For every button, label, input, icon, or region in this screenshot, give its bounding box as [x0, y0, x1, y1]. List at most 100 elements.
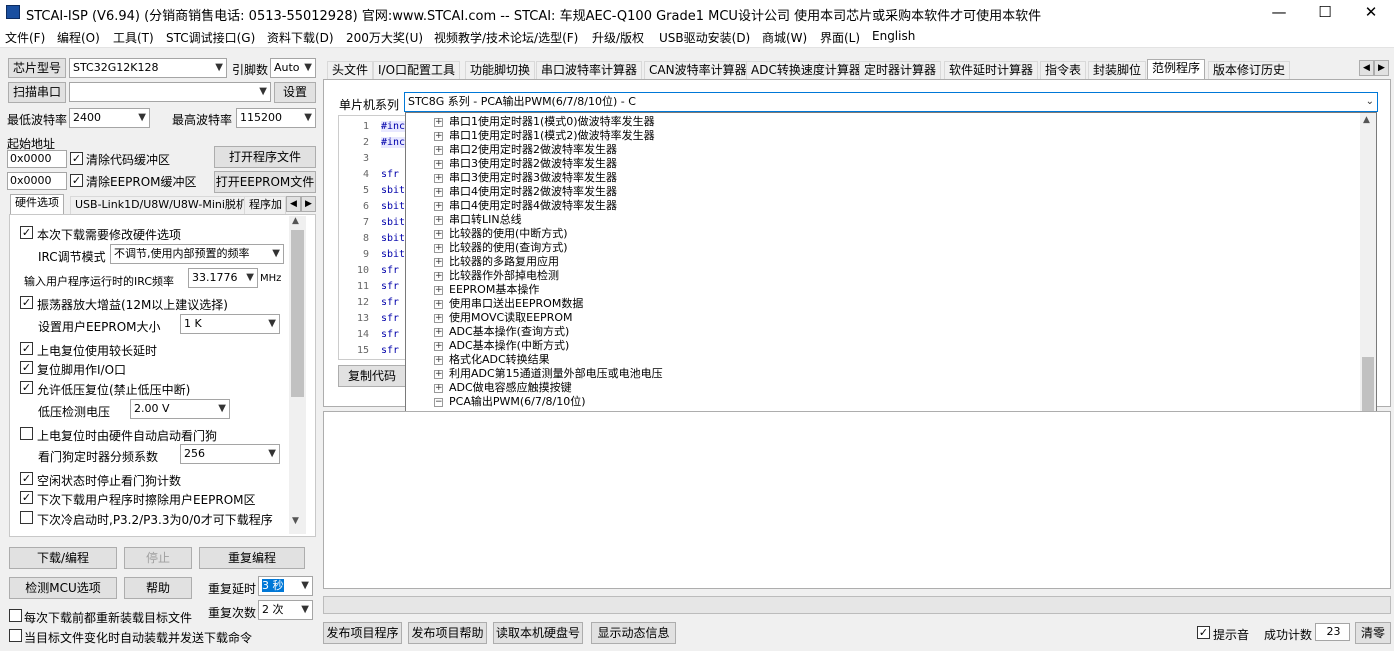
tree-item[interactable]: 比较器的使用(中断方式) [449, 227, 568, 241]
detect-mcu-button[interactable]: 检测MCU选项 [9, 577, 117, 599]
menu-tools[interactable]: 工具(T) [113, 29, 154, 46]
auto-reload-checkbox[interactable] [9, 629, 22, 642]
tree-item[interactable]: 比较器的使用(查询方式) [449, 241, 568, 255]
eeprom-address-input[interactable]: 0x0000 [7, 172, 67, 190]
tree-item[interactable]: 串口4使用定时器2做波特率发生器 [449, 185, 617, 199]
tab-version-history[interactable]: 版本修订历史 [1208, 61, 1291, 79]
expand-icon[interactable]: + [434, 146, 443, 155]
tab-scroll-right-icon[interactable]: ▶ [301, 196, 316, 212]
expand-icon[interactable]: + [434, 300, 443, 309]
tab-delay-calc[interactable]: 软件延时计算器 [944, 61, 1039, 79]
menu-shop[interactable]: 商城(W) [762, 29, 807, 46]
expand-icon[interactable]: + [434, 314, 443, 323]
expand-icon[interactable]: + [434, 216, 443, 225]
menu-download[interactable]: 资料下载(D) [267, 29, 334, 46]
expand-icon[interactable]: + [434, 328, 443, 337]
hw-scrollbar-thumb[interactable] [291, 230, 304, 397]
publish-help-button[interactable]: 发布项目帮助 [408, 622, 487, 644]
tree-item[interactable]: 串口1使用定时器1(模式0)做波特率发生器 [449, 115, 655, 129]
expand-icon[interactable]: + [434, 286, 443, 295]
reload-each-checkbox[interactable] [9, 609, 22, 622]
expand-icon[interactable]: + [434, 230, 443, 239]
tab-usb-link[interactable]: USB-Link1D/U8W/U8W-Mini脱机 [70, 196, 252, 214]
tab-uart-baud-calc[interactable]: 串口波特率计算器 [536, 61, 643, 79]
expand-icon[interactable]: + [434, 370, 443, 379]
tab-package-pins[interactable]: 封装脚位 [1088, 61, 1147, 79]
help-button[interactable]: 帮助 [124, 577, 192, 599]
tree-item[interactable]: 利用ADC第15通道测量外部电压或电池电压 [449, 367, 663, 381]
tree-item[interactable]: 使用MOVC读取EEPROM [449, 311, 573, 325]
long-reset-delay-checkbox[interactable]: ✓ [20, 342, 33, 355]
tab-scroll-left-icon[interactable]: ◀ [1359, 60, 1374, 76]
idle-stop-watchdog-checkbox[interactable]: ✓ [20, 472, 33, 485]
tree-item[interactable]: 串口3使用定时器2做波特率发生器 [449, 157, 617, 171]
maximize-icon[interactable]: ☐ [1302, 0, 1348, 26]
menu-interface[interactable]: 界面(L) [820, 29, 860, 46]
eeprom-size-select[interactable]: 1 K ▼ [180, 314, 280, 334]
open-eeprom-file-button[interactable]: 打开EEPROM文件 [214, 171, 316, 193]
expand-icon[interactable]: + [434, 272, 443, 281]
download-program-button[interactable]: 下载/编程 [9, 547, 117, 569]
tree-item[interactable]: ADC基本操作(查询方式) [449, 325, 569, 339]
settings-button[interactable]: 设置 [274, 82, 316, 103]
tree-item[interactable]: PCA输出PWM(6/7/8/10位) [449, 395, 586, 409]
read-disk-id-button[interactable]: 读取本机硬盘号 [493, 622, 583, 644]
scroll-up-icon[interactable]: ▲ [1363, 115, 1370, 125]
minimize-icon[interactable]: — [1256, 0, 1302, 26]
tab-can-baud-calc[interactable]: CAN波特率计算器 [644, 61, 752, 79]
tree-item[interactable]: 串口2使用定时器2做波特率发生器 [449, 143, 617, 157]
clear-code-checkbox[interactable]: ✓ [70, 152, 83, 165]
watchdog-divider-select[interactable]: 256 ▼ [180, 444, 280, 464]
close-icon[interactable]: ✕ [1348, 0, 1394, 26]
expand-icon[interactable]: + [434, 244, 443, 253]
beep-checkbox[interactable]: ✓ [1197, 626, 1210, 639]
cold-start-download-checkbox[interactable] [20, 511, 33, 524]
tab-timer-calc[interactable]: 定时器计算器 [859, 61, 942, 79]
repeat-delay-select[interactable]: 3 秒 ▼ [258, 576, 313, 596]
irc-frequency-input[interactable]: 33.1776 ▼ [188, 268, 258, 288]
show-dynamic-info-button[interactable]: 显示动态信息 [591, 622, 676, 644]
expand-icon[interactable]: + [434, 342, 443, 351]
series-select[interactable]: STC8G 系列 - PCA输出PWM(6/7/8/10位) - C ⌄ [404, 92, 1378, 112]
tree-item[interactable]: 比较器作外部掉电检测 [449, 269, 559, 283]
tree-item[interactable]: 串口1使用定时器1(模式2)做波特率发生器 [449, 129, 655, 143]
erase-eeprom-checkbox[interactable]: ✓ [20, 491, 33, 504]
tab-scroll-right-icon[interactable]: ▶ [1374, 60, 1389, 76]
modify-hw-options-checkbox[interactable]: ✓ [20, 226, 33, 239]
repeat-program-button[interactable]: 重复编程 [199, 547, 305, 569]
tab-scroll-left-icon[interactable]: ◀ [286, 196, 301, 212]
menu-prize[interactable]: 200万大奖(U) [346, 29, 423, 46]
expand-icon[interactable]: + [434, 160, 443, 169]
expand-icon[interactable]: + [434, 132, 443, 141]
clear-eeprom-checkbox[interactable]: ✓ [70, 174, 83, 187]
expand-icon[interactable]: + [434, 188, 443, 197]
reset-pin-io-checkbox[interactable]: ✓ [20, 361, 33, 374]
repeat-count-select[interactable]: 2 次 ▼ [258, 600, 313, 620]
tab-adc-speed-calc[interactable]: ADC转换速度计算器 [746, 61, 866, 79]
tab-example-programs[interactable]: 范例程序 [1147, 59, 1206, 79]
clear-count-button[interactable]: 清零 [1355, 622, 1391, 644]
tree-item[interactable]: ADC做电容感应触摸按键 [449, 381, 572, 395]
tab-pin-switch[interactable]: 功能脚切换 [465, 61, 536, 79]
tree-item[interactable]: 串口转LIN总线 [449, 213, 522, 227]
scroll-up-icon[interactable]: ▲ [292, 216, 299, 226]
tab-io-config[interactable]: I/O口配置工具 [373, 61, 461, 79]
menu-english[interactable]: English [872, 29, 915, 43]
tree-item[interactable]: 使用串口送出EEPROM数据 [449, 297, 583, 311]
auto-watchdog-checkbox[interactable] [20, 427, 33, 440]
tab-hardware-options[interactable]: 硬件选项 [10, 194, 64, 214]
code-viewer[interactable]: 1 #inc 2 #inc 3 4 sfr 5 sbit 6 sbit 7 sbit 8 sbit 9 sbit… [338, 115, 408, 360]
oscillator-gain-checkbox[interactable]: ✓ [20, 296, 33, 309]
collapse-icon[interactable]: − [434, 398, 443, 407]
menu-debug[interactable]: STC调试接口(G) [166, 29, 255, 46]
expand-icon[interactable]: + [434, 118, 443, 127]
stop-button[interactable]: 停止 [124, 547, 192, 569]
scroll-down-icon[interactable]: ▼ [292, 516, 299, 526]
max-baud-select[interactable]: 115200 ▼ [236, 108, 316, 128]
code-address-input[interactable]: 0x0000 [7, 150, 67, 168]
copy-code-button[interactable]: 复制代码 [338, 365, 406, 387]
scan-port-button[interactable]: 扫描串口 [8, 82, 66, 103]
low-voltage-reset-checkbox[interactable]: ✓ [20, 381, 33, 394]
tab-header-file[interactable]: 头文件 [327, 61, 374, 79]
low-voltage-select[interactable]: 2.00 V ▼ [130, 399, 230, 419]
